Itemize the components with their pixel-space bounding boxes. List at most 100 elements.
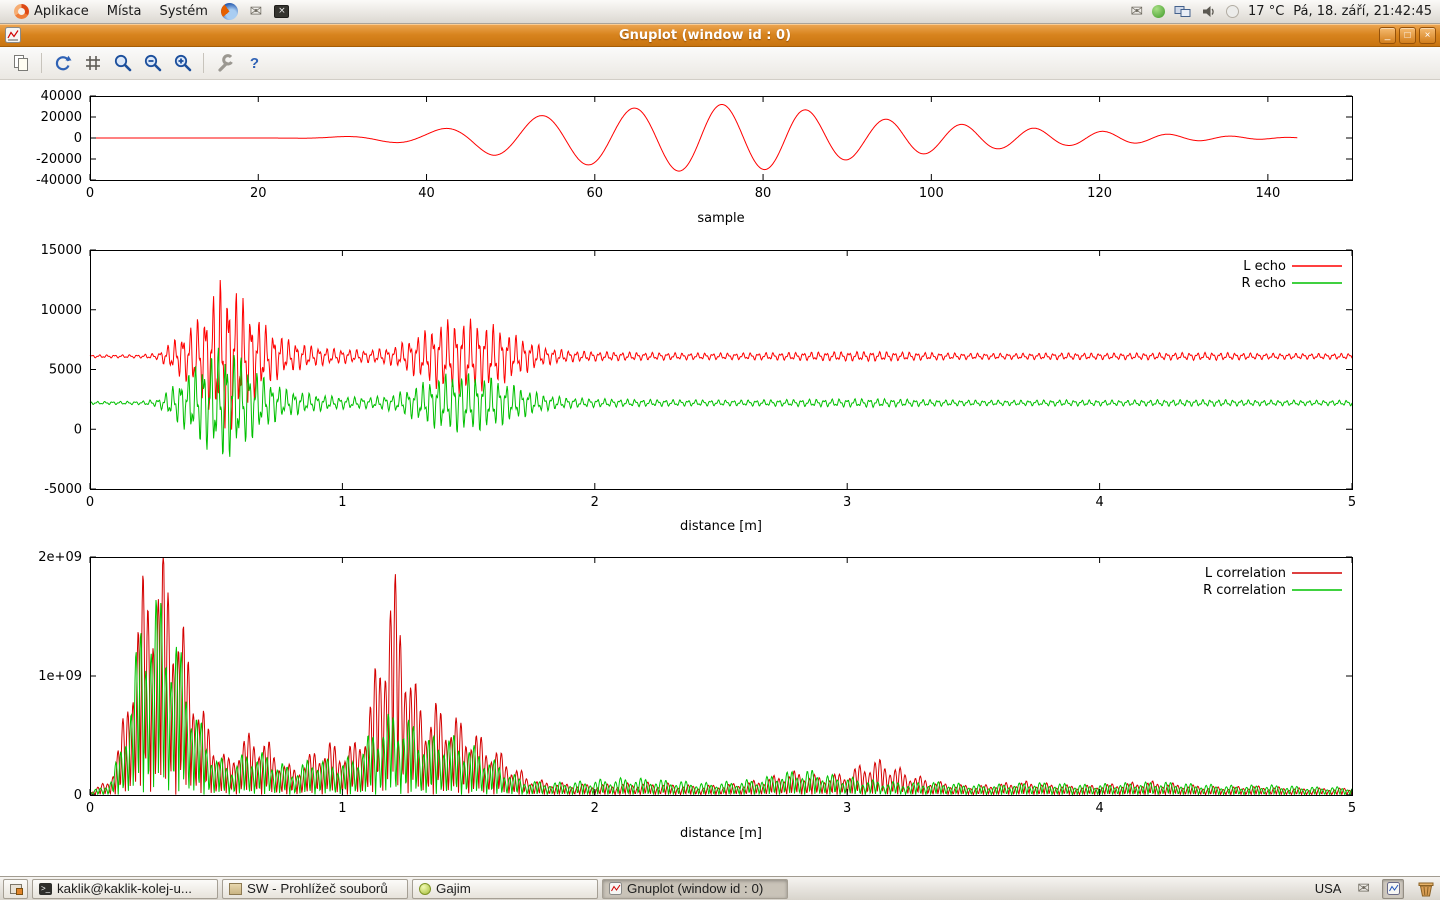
refresh-icon (53, 53, 73, 73)
close-glyph-icon: × (1425, 30, 1431, 41)
svg-text:L correlation: L correlation (1205, 566, 1286, 581)
mini-chart-icon (1387, 882, 1400, 895)
menu-applications[interactable]: Aplikace (6, 0, 97, 23)
help-button[interactable]: ? (241, 50, 268, 76)
terminal-launcher-icon[interactable] (270, 0, 294, 24)
minimize-glyph-icon: _ (1385, 30, 1391, 41)
svg-text:0: 0 (74, 788, 82, 803)
svg-text:0: 0 (74, 422, 82, 437)
menu-system[interactable]: Systém (151, 0, 215, 23)
window-title: Gnuplot (window id : 0) (40, 24, 1370, 47)
mail-launcher-icon[interactable]: ✉ (244, 0, 268, 24)
menu-places[interactable]: Místa (99, 0, 150, 23)
svg-text:100: 100 (919, 186, 944, 201)
update-notifier-icon[interactable] (1152, 0, 1165, 23)
terminal-task-icon (39, 883, 52, 895)
terminal-glyph-icon (274, 5, 289, 18)
gnuplot-task-icon (609, 882, 622, 895)
task-button-terminal[interactable]: kaklik@kaklik-kolej-u... (32, 879, 218, 899)
svg-text:1: 1 (338, 801, 346, 816)
file-manager-task-icon (229, 883, 242, 895)
svg-text:4: 4 (1095, 801, 1103, 816)
panel-right: ✉ 17 °C Pá, 18. září, 21:42:45 (1130, 0, 1434, 23)
weather-icon[interactable] (1226, 0, 1239, 23)
svg-text:40: 40 (418, 186, 435, 201)
zoom-button[interactable] (109, 50, 136, 76)
svg-text:40000: 40000 (41, 89, 82, 104)
minimize-button[interactable]: _ (1379, 27, 1396, 44)
maximize-button[interactable]: □ (1399, 27, 1416, 44)
svg-text:1: 1 (338, 495, 346, 510)
taskbar-right: USA ✉ (1311, 877, 1437, 900)
close-button[interactable]: × (1419, 27, 1436, 44)
task-label: Gajim (436, 881, 471, 896)
grid-icon (83, 53, 103, 73)
configure-button[interactable] (211, 50, 238, 76)
svg-text:0: 0 (86, 186, 94, 201)
wrench-icon (215, 53, 235, 73)
svg-text:-5000: -5000 (44, 482, 82, 497)
svg-text:-20000: -20000 (36, 152, 82, 167)
task-button-file-manager[interactable]: SW - Prohlížeč souborů (222, 879, 408, 899)
gnuplot-window-icon (5, 27, 21, 47)
remote-desktop-icon[interactable] (1174, 0, 1192, 23)
mail-tray-icon[interactable]: ✉ (1357, 877, 1370, 900)
svg-text:80: 80 (755, 186, 772, 201)
chart-1: 020406080100120140-40000-200000200004000… (36, 89, 1353, 226)
firefox-globe-icon (221, 3, 238, 20)
svg-text:15000: 15000 (41, 243, 82, 258)
svg-text:2e+09: 2e+09 (38, 550, 82, 565)
gnuplot-toolbar: ? (0, 47, 1440, 80)
zoom-previous-button[interactable] (139, 50, 166, 76)
svg-text:2: 2 (591, 801, 599, 816)
svg-text:1e+09: 1e+09 (38, 669, 82, 684)
window-controls: _ □ × (1379, 27, 1436, 44)
svg-text:10000: 10000 (41, 303, 82, 318)
temperature-label[interactable]: 17 °C (1248, 4, 1284, 19)
svg-text:3: 3 (843, 495, 851, 510)
svg-text:120: 120 (1087, 186, 1112, 201)
weather-circle-icon (1226, 5, 1239, 18)
top-panel: Aplikace Místa Systém ✉ ✉ (0, 0, 1440, 24)
mail-notification-icon[interactable]: ✉ (1130, 0, 1143, 23)
svg-text:5: 5 (1348, 495, 1356, 510)
svg-text:4: 4 (1095, 495, 1103, 510)
task-button-gnuplot[interactable]: Gnuplot (window id : 0) (602, 879, 788, 899)
panel-left: Aplikace Místa Systém ✉ (6, 0, 294, 23)
task-label: kaklik@kaklik-kolej-u... (57, 881, 192, 896)
titlebar[interactable]: Gnuplot (window id : 0) _ □ × (0, 24, 1440, 47)
svg-text:5: 5 (1348, 801, 1356, 816)
gnuplot-tray-icon[interactable] (1382, 879, 1404, 899)
svg-text:3: 3 (843, 801, 851, 816)
show-desktop-icon (10, 884, 22, 894)
monitors-icon (1174, 5, 1192, 19)
zoom-next-button[interactable] (169, 50, 196, 76)
clock-label[interactable]: Pá, 18. září, 21:42:45 (1293, 4, 1432, 19)
volume-icon[interactable] (1201, 0, 1217, 23)
svg-text:R correlation: R correlation (1203, 583, 1286, 598)
trash-icon[interactable] (1416, 880, 1436, 897)
svg-text:R echo: R echo (1241, 276, 1286, 291)
svg-text:20000: 20000 (41, 110, 82, 125)
svg-text:5000: 5000 (49, 363, 82, 378)
svg-text:0: 0 (74, 131, 82, 146)
task-button-gajim[interactable]: Gajim (412, 879, 598, 899)
menu-places-label: Místa (107, 4, 142, 19)
firefox-icon[interactable] (218, 0, 242, 24)
copy-clipboard-button[interactable] (7, 50, 34, 76)
chart-2: 012345-5000050001000015000distance [m]L … (41, 243, 1357, 534)
question-mark-icon: ? (250, 55, 259, 72)
keyboard-layout-indicator[interactable]: USA (1311, 881, 1346, 896)
svg-text:L echo: L echo (1243, 259, 1286, 274)
replot-button[interactable] (49, 50, 76, 76)
svg-text:140: 140 (1255, 186, 1280, 201)
ubuntu-logo-icon (14, 4, 29, 19)
svg-text:-40000: -40000 (36, 173, 82, 188)
menu-system-label: Systém (159, 4, 207, 19)
show-desktop-button[interactable] (3, 879, 28, 899)
plot-area: 020406080100120140-40000-200000200004000… (0, 80, 1440, 876)
update-circle-icon (1152, 5, 1165, 18)
toggle-grid-button[interactable] (79, 50, 106, 76)
plot-canvas[interactable]: 020406080100120140-40000-200000200004000… (0, 80, 1440, 876)
copy-icon (11, 53, 31, 73)
